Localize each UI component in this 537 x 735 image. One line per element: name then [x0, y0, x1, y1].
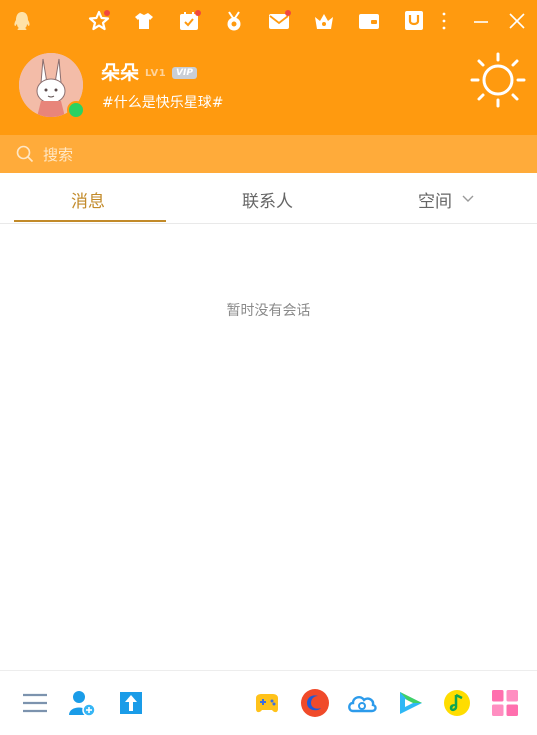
tab-contacts[interactable]: 联系人: [242, 187, 293, 212]
mail-notify-dot: [285, 10, 291, 16]
tab-qzone[interactable]: 空间: [418, 187, 452, 212]
u-icon[interactable]: [403, 10, 425, 32]
level-badge[interactable]: LV1: [145, 68, 166, 79]
search-bar[interactable]: 搜索: [0, 135, 537, 173]
crown-shop-icon[interactable]: [313, 10, 335, 32]
sun-icon[interactable]: [470, 52, 526, 108]
menu-icon[interactable]: [21, 689, 49, 717]
star-notify-dot: [104, 10, 110, 16]
video-play-icon[interactable]: [396, 689, 424, 717]
add-contact-icon[interactable]: [68, 689, 96, 717]
chevron-down-icon[interactable]: [462, 193, 474, 203]
profile-header: 朵朵 LV1 VIP #什么是快乐星球#: [0, 0, 537, 135]
bottom-toolbar: [0, 670, 537, 735]
wallet-icon[interactable]: [358, 10, 380, 32]
apps-grid-icon[interactable]: [491, 689, 519, 717]
qq-logo-icon[interactable]: [12, 11, 32, 31]
medal-icon[interactable]: [223, 10, 245, 32]
calendar-notify-dot: [195, 10, 201, 16]
vip-badge[interactable]: VIP: [172, 67, 197, 79]
avatar[interactable]: [19, 53, 85, 119]
weather-cloud-icon[interactable]: [346, 689, 378, 717]
more-icon[interactable]: [438, 10, 450, 32]
game-icon[interactable]: [253, 689, 281, 717]
active-tab-indicator: [14, 220, 166, 222]
signature[interactable]: #什么是快乐星球#: [102, 92, 223, 112]
browser-icon[interactable]: [300, 688, 330, 718]
search-input[interactable]: 搜索: [43, 144, 73, 165]
shirt-icon[interactable]: [133, 10, 155, 32]
empty-message-list-text: 暂时没有会话: [226, 303, 311, 319]
online-status-badge: [67, 101, 85, 119]
tab-bar: 消息 联系人 空间: [0, 173, 537, 224]
music-icon[interactable]: [443, 689, 471, 717]
tab-messages[interactable]: 消息: [71, 187, 105, 212]
nickname[interactable]: 朵朵: [101, 58, 139, 85]
close-icon[interactable]: [506, 10, 528, 32]
search-icon: [16, 145, 34, 163]
minimize-icon[interactable]: [470, 10, 492, 32]
file-transfer-icon[interactable]: [117, 689, 145, 717]
title-bar: [0, 0, 537, 42]
